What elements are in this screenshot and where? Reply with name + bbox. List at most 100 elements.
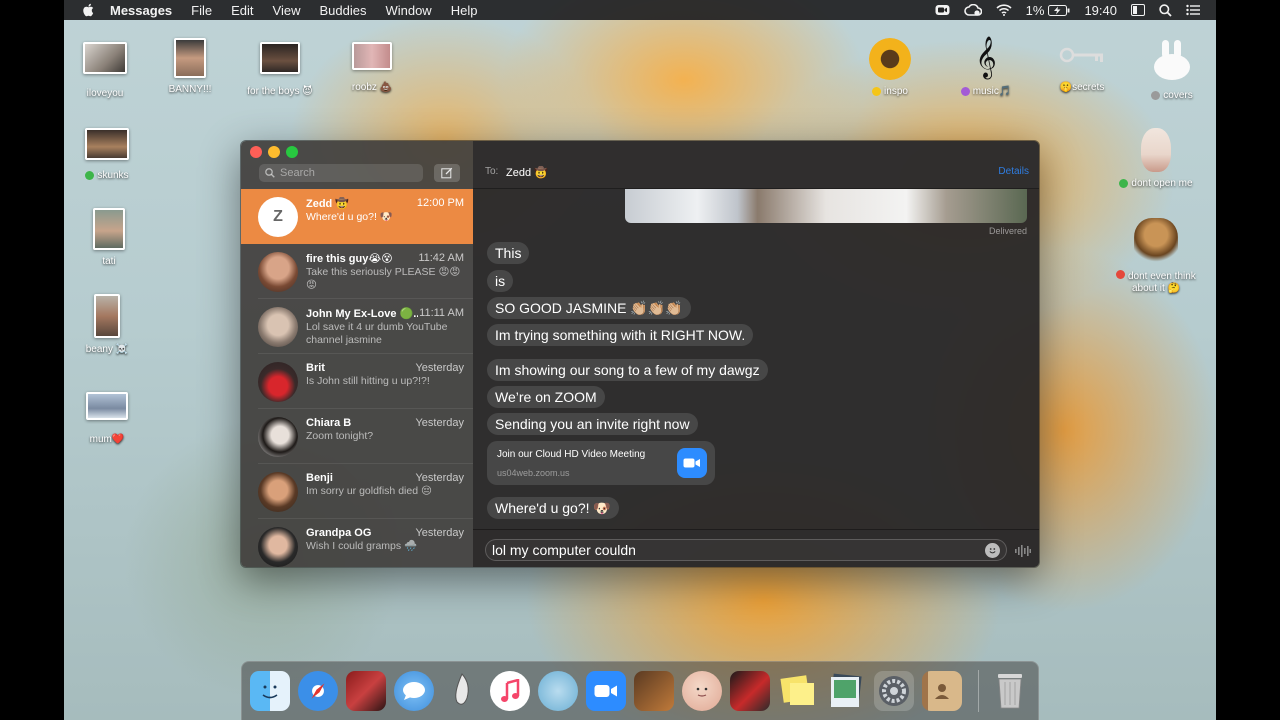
menu-file[interactable]: File: [191, 3, 212, 18]
conversation-item-zedd[interactable]: Z Zedd 🤠 12:00 PM Where'd u go?! 🐶: [241, 189, 473, 244]
gray-tag-dot: [1151, 91, 1161, 100]
image-attachment[interactable]: [625, 189, 1027, 223]
desktop-icon-label: BANNY!!!: [168, 84, 212, 95]
desktop-icon-tati[interactable]: tati: [64, 208, 159, 267]
conversation-item-brit[interactable]: Brit Yesterday Is John still hitting u u…: [241, 354, 473, 409]
bunny-icon: [1150, 40, 1194, 80]
message-bubble[interactable]: Sending you an invite right now: [487, 413, 698, 435]
avatar: [258, 252, 298, 292]
message-bubble[interactable]: Im showing our song to a few of my dawgz: [487, 359, 768, 381]
photo-booth-icon[interactable]: [346, 671, 386, 711]
compose-icon: [441, 167, 453, 179]
photo-thumbnail: [260, 42, 300, 74]
desktop-icon-label: music🎵: [960, 86, 1011, 97]
desktop-icon-inspo[interactable]: inspo: [840, 38, 940, 97]
conversation-item-grandpa[interactable]: Grandpa OG Yesterday Wish I could gramps…: [241, 519, 473, 567]
conversation-sidebar: Search Z Zedd 🤠 12:00 PM Where'd u go?! …: [241, 141, 473, 567]
message-bubble[interactable]: We’re on ZOOM: [487, 386, 605, 408]
conversation-item-chiara[interactable]: Chiara B Yesterday Zoom tonight?: [241, 409, 473, 464]
audio-message-icon[interactable]: [1015, 544, 1031, 562]
compose-button[interactable]: [434, 164, 460, 182]
menu-buddies[interactable]: Buddies: [319, 3, 366, 18]
search-placeholder: Search: [280, 167, 315, 179]
zoom-icon[interactable]: [586, 671, 626, 711]
music-icon[interactable]: [490, 671, 530, 711]
minimize-button[interactable]: [268, 146, 280, 158]
desktop-icon-label: beany ☠️: [85, 344, 129, 355]
creative-cloud-icon[interactable]: [963, 4, 982, 16]
apple-menu-icon[interactable]: [82, 3, 96, 17]
menu-app-name[interactable]: Messages: [110, 3, 172, 18]
photo-thumbnail: [83, 42, 127, 74]
desktop-icon-covers[interactable]: covers: [1122, 40, 1216, 101]
conversation-list: Z Zedd 🤠 12:00 PM Where'd u go?! 🐶 fire …: [241, 189, 473, 567]
finder-icon[interactable]: [250, 671, 290, 711]
conversation-item-fire-this-guy[interactable]: fire this guy😭😵 11:42 AM Take this serio…: [241, 244, 473, 299]
inkscape-icon[interactable]: [442, 671, 482, 711]
desktop-icon-secrets[interactable]: 🤫secrets: [1032, 40, 1132, 93]
window-controls: [250, 146, 298, 158]
rabbit-figure-icon: [1141, 128, 1171, 172]
message-bubble[interactable]: SO GOOD JASMINE 👏🏼👏🏼👏🏼: [487, 297, 691, 319]
notification-center-icon[interactable]: [1186, 4, 1200, 16]
avatar-initial: Z: [258, 197, 298, 237]
menu-help[interactable]: Help: [451, 3, 478, 18]
clock[interactable]: 19:40: [1084, 3, 1117, 18]
preview-icon[interactable]: [826, 671, 866, 711]
safari-icon[interactable]: [298, 671, 338, 711]
desktop-icon-mum[interactable]: mum❤️: [64, 392, 157, 445]
search-field[interactable]: Search: [259, 164, 423, 182]
desktop-icon-dont-even-think[interactable]: dont even think about it 🤔: [1106, 218, 1206, 295]
key-icon: [1059, 40, 1105, 70]
avatar: [258, 472, 298, 512]
message-bubble[interactable]: is: [487, 270, 514, 292]
conversation-item-john[interactable]: John My Ex-Love 🟢... 11:11 AM Lol save i…: [241, 299, 473, 354]
menu-edit[interactable]: Edit: [231, 3, 253, 18]
desktop-icon-skunks[interactable]: skunks: [64, 128, 157, 181]
conversation-name: Benji: [306, 472, 333, 484]
conversation-name: Brit: [306, 362, 325, 374]
desktop-icon-roobz[interactable]: roobz 💩: [322, 42, 422, 93]
message-input[interactable]: [485, 539, 1007, 561]
emoji-icon[interactable]: [985, 543, 1000, 558]
spotlight-search-icon[interactable]: [1159, 3, 1172, 17]
battery-percent[interactable]: 1%: [1026, 3, 1045, 18]
desktop-icon-beany[interactable]: beany ☠️: [64, 294, 157, 355]
link-preview-card[interactable]: Join our Cloud HD Video Meeting us04web.…: [487, 441, 715, 485]
details-button[interactable]: Details: [998, 166, 1029, 177]
recipient-name[interactable]: Zedd 🤠: [506, 166, 548, 179]
trash-icon[interactable]: [990, 671, 1030, 711]
close-button[interactable]: [250, 146, 262, 158]
menu-view[interactable]: View: [273, 3, 301, 18]
battery-icon[interactable]: [1048, 4, 1070, 16]
conversation-preview: Take this seriously PLEASE 😡😡😡: [306, 266, 461, 291]
conversation-preview: Zoom tonight?: [306, 430, 374, 442]
message-bubble[interactable]: This: [487, 242, 530, 264]
zoom-button[interactable]: [286, 146, 298, 158]
zoom-camera-icon: [677, 448, 707, 478]
sidebar-toggle-icon[interactable]: [1131, 4, 1145, 16]
menu-bar: Messages File Edit View Buddies Window H…: [64, 0, 1216, 20]
desktop-icon-label: inspo: [872, 86, 908, 97]
seal-icon[interactable]: [538, 671, 578, 711]
zoom-status-icon[interactable]: [935, 4, 950, 16]
photo-app-icon[interactable]: [730, 671, 770, 711]
stickies-icon[interactable]: [778, 671, 818, 711]
wifi-icon[interactable]: [996, 4, 1012, 16]
desktop-icon-dont-open-me[interactable]: dont open me: [1106, 128, 1206, 189]
contacts-icon[interactable]: [922, 671, 962, 711]
desktop-icon-for-the-boys[interactable]: for the boys 😈: [230, 42, 330, 97]
message-bubble[interactable]: Im trying something with it RIGHT NOW.: [487, 324, 754, 346]
messages-icon[interactable]: [394, 671, 434, 711]
garageband-icon[interactable]: [634, 671, 674, 711]
conversation-item-benji[interactable]: Benji Yesterday Im sorry ur goldfish die…: [241, 464, 473, 519]
desktop-icon-banny[interactable]: BANNY!!!: [140, 38, 240, 95]
sunflower-icon: [869, 38, 911, 80]
system-preferences-icon[interactable]: [874, 671, 914, 711]
face-icon[interactable]: [682, 671, 722, 711]
menu-window[interactable]: Window: [385, 3, 431, 18]
link-title: Join our Cloud HD Video Meeting: [497, 449, 646, 460]
desktop-icon-music[interactable]: 𝄞 music🎵: [936, 34, 1036, 97]
message-bubble[interactable]: Where'd u go?! 🐶: [487, 497, 619, 519]
photo-thumbnail: [352, 42, 392, 70]
